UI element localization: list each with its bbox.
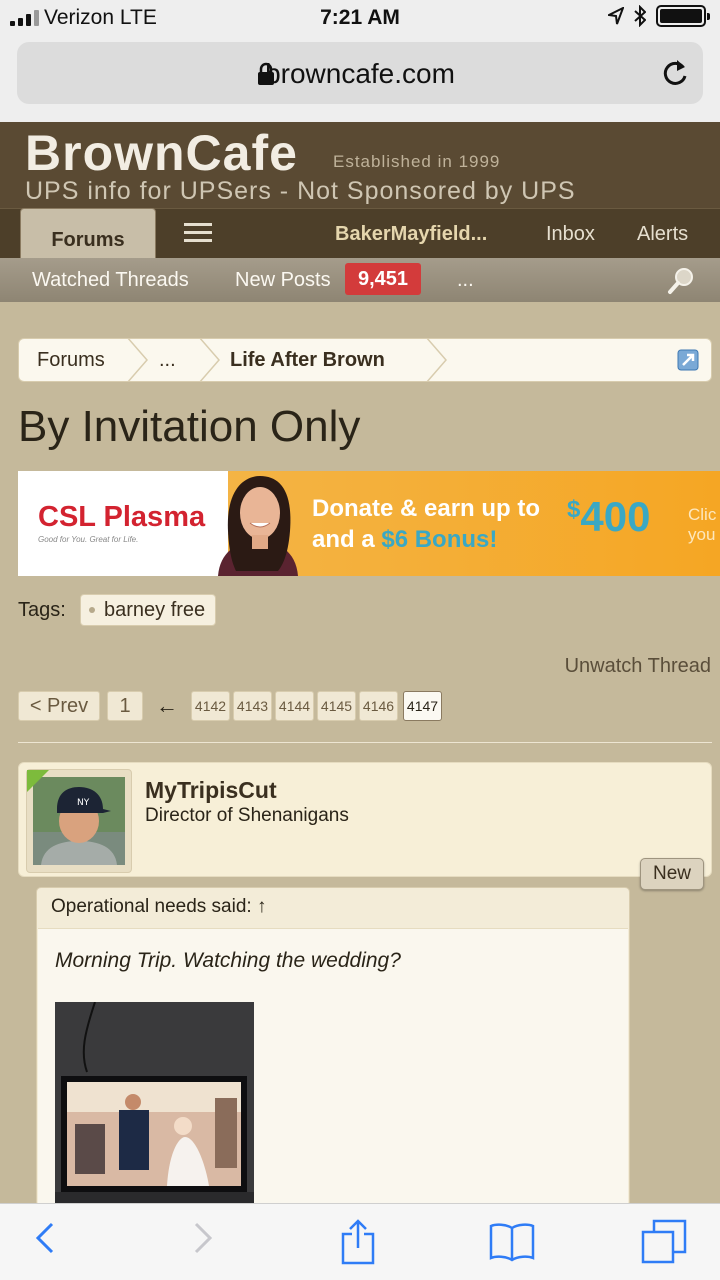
ad-logo-tagline: Good for You. Great for Life.	[38, 535, 139, 544]
site-tagline: UPS info for UPSers - Not Sponsored by U…	[25, 177, 576, 205]
breadcrumb-separator	[426, 339, 447, 381]
svg-text:NY: NY	[77, 798, 90, 808]
hamburger-menu-icon[interactable]	[184, 223, 212, 247]
ad-logo: CSL Plasma	[38, 501, 206, 533]
bookmarks-icon[interactable]	[488, 1218, 536, 1262]
nav-user-account[interactable]: BakerMayfield...	[335, 223, 487, 246]
reload-icon[interactable]	[661, 58, 689, 88]
watched-threads-link[interactable]: Watched Threads	[32, 269, 189, 292]
site-header: BrownCafe Established in 1999 UPS info f…	[0, 122, 720, 259]
ad-amount: $400	[567, 493, 651, 540]
pagination-page[interactable]: 4144	[275, 691, 314, 721]
ad-cta-text: Clic you	[688, 505, 717, 544]
tags-label: Tags:	[18, 599, 66, 621]
status-bar: Verizon LTE 7:21 AM	[0, 0, 720, 38]
post-username[interactable]: MyTripisCut	[145, 777, 277, 804]
new-posts-count-badge[interactable]: 9,451	[345, 263, 421, 295]
pagination-page[interactable]: 4142	[191, 691, 230, 721]
battery-icon	[656, 5, 710, 27]
tabs-icon[interactable]	[640, 1218, 688, 1266]
nav-alerts[interactable]: Alerts	[637, 223, 688, 246]
divider	[18, 742, 712, 743]
breadcrumb-separator	[127, 339, 148, 381]
location-icon	[608, 7, 624, 25]
sub-nav: Watched Threads New Posts 9,451 ...	[0, 258, 720, 302]
ad-banner[interactable]: CSL Plasma Good for You. Great for Life.…	[18, 471, 720, 576]
post-user-title: Director of Shenanigans	[145, 805, 349, 826]
attached-photo[interactable]	[55, 1002, 254, 1208]
quote-attribution[interactable]: Operational needs said: ↑	[51, 896, 266, 918]
breadcrumb: Forums ... Life After Brown	[18, 338, 712, 382]
browser-chrome: browncafe.com	[0, 38, 720, 122]
new-posts-link[interactable]: New Posts	[235, 269, 331, 292]
pagination-page[interactable]: 4145	[317, 691, 356, 721]
search-icon[interactable]	[667, 267, 695, 295]
breadcrumb-separator	[199, 339, 220, 381]
pagination-prev[interactable]: < Prev	[18, 691, 100, 721]
address-bar[interactable]: browncafe.com	[17, 42, 703, 104]
pagination-page[interactable]: 4146	[359, 691, 398, 721]
breadcrumb-forums[interactable]: Forums	[37, 339, 105, 381]
online-indicator-icon	[27, 770, 49, 792]
nav-inbox[interactable]: Inbox	[546, 223, 595, 246]
bluetooth-icon	[634, 5, 646, 27]
back-icon[interactable]	[32, 1218, 58, 1258]
browser-toolbar	[0, 1203, 720, 1280]
share-icon[interactable]	[340, 1218, 376, 1266]
subnav-more-link[interactable]: ...	[457, 269, 474, 292]
avatar-frame: NY	[26, 769, 132, 873]
forward-icon[interactable]	[190, 1218, 216, 1258]
pagination-gap-arrow: ←	[156, 693, 178, 718]
breadcrumb-ellipsis[interactable]: ...	[159, 339, 176, 381]
ad-person-image	[218, 476, 298, 576]
new-post-badge: New	[640, 858, 704, 890]
breadcrumb-life-after-brown[interactable]: Life After Brown	[230, 339, 385, 381]
popout-icon[interactable]	[677, 349, 699, 371]
thread-title: By Invitation Only	[18, 402, 361, 451]
pagination-page[interactable]: 4143	[233, 691, 272, 721]
ad-subline: and a $6 Bonus!	[312, 526, 498, 553]
main-nav: Forums BakerMayfield... Inbox Alerts	[0, 208, 720, 259]
quote-block: Operational needs said: ↑ Morning Trip. …	[36, 887, 630, 1208]
quote-text: Morning Trip. Watching the wedding?	[55, 949, 401, 972]
site-logo[interactable]: BrownCafe	[25, 124, 298, 182]
url-text: browncafe.com	[265, 58, 455, 89]
unwatch-thread-link[interactable]: Unwatch Thread	[565, 655, 711, 678]
post: NY MyTripisCut Director of Shenanigans	[18, 762, 712, 877]
ad-headline: Donate & earn up to	[312, 495, 541, 522]
tab-forums[interactable]: Forums	[20, 208, 156, 259]
pagination-page-current[interactable]: 4147	[403, 691, 442, 721]
quote-body: Morning Trip. Watching the wedding?	[38, 928, 628, 1208]
tag-barney-free[interactable]: barney free	[80, 594, 217, 626]
established-text: Established in 1999	[333, 152, 501, 171]
pagination-page-first[interactable]: 1	[107, 691, 143, 721]
